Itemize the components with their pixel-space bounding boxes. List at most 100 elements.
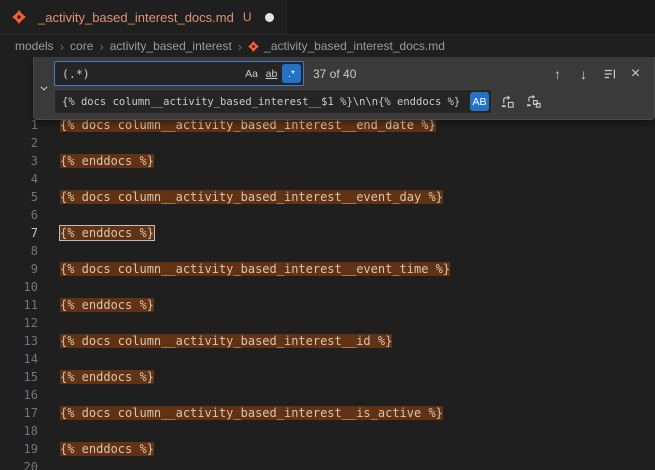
line-text (38, 170, 60, 188)
whole-word-toggle[interactable]: ab (262, 64, 281, 83)
find-query: (.*) (62, 67, 241, 81)
editor-line[interactable]: 8 (0, 242, 655, 260)
replace-button[interactable] (497, 91, 518, 112)
line-text (38, 206, 60, 224)
dbt-icon (12, 10, 26, 24)
line-number: 6 (0, 206, 38, 224)
dbt-file-icon (12, 10, 26, 24)
replace-all-icon (526, 94, 541, 109)
preserve-case-toggle[interactable]: AB (470, 92, 489, 111)
breadcrumb-separator: › (238, 39, 242, 54)
line-number: 9 (0, 260, 38, 278)
replace-icon (500, 94, 515, 109)
line-text: {% docs column__activity_based_interest_… (38, 260, 450, 278)
search-match: {% docs column__activity_based_interest_… (60, 118, 436, 132)
line-number: 19 (0, 440, 38, 458)
regex-toggle[interactable]: .* (282, 64, 301, 83)
search-match: {% enddocs %} (60, 442, 154, 456)
line-text (38, 350, 60, 368)
editor-line[interactable]: 15 {% enddocs %} (0, 368, 655, 386)
next-match-button[interactable]: ↓ (573, 63, 594, 84)
line-number: 7 (0, 224, 38, 242)
editor-line[interactable]: 18 (0, 422, 655, 440)
vscode-window: _activity_based_interest_docs.md U model… (0, 0, 655, 470)
editor-line[interactable]: 13 {% docs column__activity_based_interes… (0, 332, 655, 350)
line-number: 5 (0, 188, 38, 206)
editor-line[interactable]: 3{% enddocs %} (0, 152, 655, 170)
editor-line[interactable]: 9 {% docs column__activity_based_interest… (0, 260, 655, 278)
dbt-icon (248, 41, 259, 52)
line-number: 20 (0, 458, 38, 470)
line-text (38, 422, 60, 440)
editor-line[interactable]: 11 {% enddocs %} (0, 296, 655, 314)
replace-all-button[interactable] (523, 91, 544, 112)
line-number: 15 (0, 368, 38, 386)
toggle-replace-button[interactable] (34, 57, 54, 119)
editor-line[interactable]: 17{% docs column__activity_based_interes… (0, 404, 655, 422)
editor-tab[interactable]: _activity_based_interest_docs.md U (0, 0, 287, 34)
line-number: 10 (0, 278, 38, 296)
dbt-file-icon-small (248, 41, 259, 52)
search-match: {% enddocs %} (60, 370, 154, 384)
tab-bar: _activity_based_interest_docs.md U (0, 0, 655, 35)
editor-line[interactable]: 14 (0, 350, 655, 368)
search-match: {% docs column__activity_based_interest_… (60, 406, 443, 420)
line-number: 18 (0, 422, 38, 440)
breadcrumb-separator: › (60, 39, 64, 54)
line-text: {% enddocs %} (38, 440, 154, 458)
line-text: {% enddocs %} (38, 152, 154, 170)
previous-match-button[interactable]: ↑ (547, 63, 568, 84)
breadcrumb-item-file[interactable]: _activity_based_interest_docs.md (264, 39, 445, 53)
line-number: 14 (0, 350, 38, 368)
breadcrumb-item-models[interactable]: models (15, 39, 54, 53)
line-text (38, 242, 60, 260)
editor-line[interactable]: 6 (0, 206, 655, 224)
line-number: 12 (0, 314, 38, 332)
line-number: 8 (0, 242, 38, 260)
breadcrumb: models › core › activity_based_interest … (0, 35, 655, 57)
editor-line[interactable]: 20 (0, 458, 655, 470)
line-text (38, 134, 60, 152)
line-number: 4 (0, 170, 38, 188)
line-text (38, 278, 60, 296)
tab-filename: _activity_based_interest_docs.md (38, 10, 234, 25)
line-text (38, 386, 60, 404)
line-number: 13 (0, 332, 38, 350)
search-match: {% docs column__activity_based_interest_… (60, 334, 392, 348)
replace-input[interactable]: {% docs column__activity_based_interest_… (54, 89, 492, 114)
editor-area: (.*) Aa ab .* 37 of 40 ↑ ↓ (0, 57, 655, 470)
line-number: 11 (0, 296, 38, 314)
search-match: {% enddocs %} (60, 298, 154, 312)
match-case-toggle[interactable]: Aa (242, 64, 261, 83)
find-replace-widget: (.*) Aa ab .* 37 of 40 ↑ ↓ (33, 57, 655, 120)
editor-line[interactable]: 19 {% enddocs %} (0, 440, 655, 458)
unsaved-changes-dot[interactable] (265, 13, 274, 22)
search-match: {% enddocs %} (60, 226, 154, 240)
chevron-down-icon (39, 83, 49, 93)
line-text: {% docs column__activity_based_interest_… (38, 332, 392, 350)
find-in-selection-icon (603, 67, 617, 81)
line-text (38, 314, 60, 332)
editor-line[interactable]: 16 (0, 386, 655, 404)
find-in-selection-button[interactable] (599, 63, 620, 84)
editor-line[interactable]: 7 {% enddocs %} (0, 224, 655, 242)
line-number: 1 (0, 116, 38, 134)
line-number: 16 (0, 386, 38, 404)
editor-line[interactable]: 12 (0, 314, 655, 332)
search-match: {% docs column__activity_based_interest_… (60, 262, 450, 276)
breadcrumb-item-folder[interactable]: activity_based_interest (110, 39, 232, 53)
line-number: 2 (0, 134, 38, 152)
match-count: 37 of 40 (313, 67, 356, 81)
search-match: {% enddocs %} (60, 154, 154, 168)
line-text: {% enddocs %} (38, 368, 154, 386)
search-match: {% docs column__activity_based_interest_… (60, 190, 443, 204)
breadcrumb-item-core[interactable]: core (70, 39, 93, 53)
editor-line[interactable]: 4 (0, 170, 655, 188)
line-text: {% docs column__activity_based_interest_… (38, 188, 443, 206)
editor-line[interactable]: 5 {% docs column__activity_based_interest… (0, 188, 655, 206)
close-icon: × (631, 65, 640, 83)
editor-line[interactable]: 10 (0, 278, 655, 296)
close-find-widget-button[interactable]: × (625, 63, 646, 84)
find-input[interactable]: (.*) Aa ab .* (54, 61, 304, 86)
editor-line[interactable]: 2 (0, 134, 655, 152)
